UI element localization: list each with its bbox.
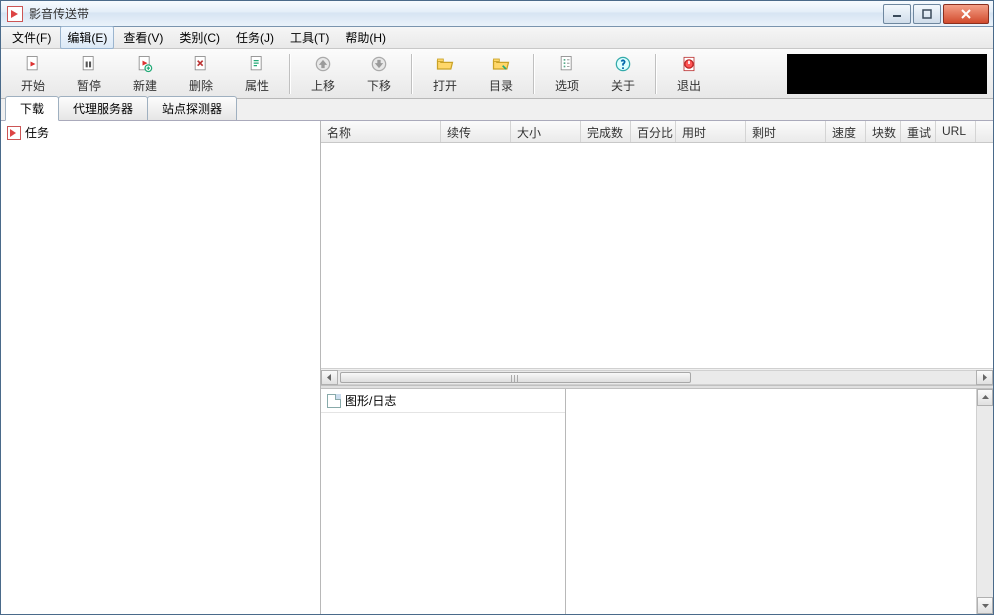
content-area: 任务 名称续传大小完成数百分比用时剩时速度块数重试URL 图形/日志 — [1, 121, 993, 614]
toolbar-separator — [533, 54, 535, 94]
column-header-0[interactable]: 名称 — [321, 121, 441, 142]
graph-log-pane: 图形/日志 — [321, 389, 566, 614]
tab-strip: 下载代理服务器站点探测器 — [1, 99, 993, 121]
new-button[interactable]: 新建 — [119, 52, 171, 96]
start-button[interactable]: 开始 — [7, 52, 59, 96]
log-detail-pane — [566, 389, 993, 614]
window-title: 影音传送带 — [29, 5, 89, 22]
right-pane: 名称续传大小完成数百分比用时剩时速度块数重试URL 图形/日志 — [321, 121, 993, 614]
column-header-6[interactable]: 剩时 — [746, 121, 826, 142]
vscroll-track[interactable] — [977, 406, 993, 597]
horizontal-scrollbar[interactable] — [321, 368, 993, 385]
scroll-up-button[interactable] — [977, 389, 993, 406]
close-button[interactable] — [943, 4, 989, 24]
column-header-5[interactable]: 用时 — [676, 121, 746, 142]
toolbar-separator — [289, 54, 291, 94]
app-window: 影音传送带 文件(F)编辑(E)查看(V)类别(C)任务(J)工具(T)帮助(H… — [0, 0, 994, 615]
toolbar-label: 打开 — [433, 77, 457, 94]
toolbar-label: 暂停 — [77, 77, 101, 94]
vertical-scrollbar[interactable] — [976, 389, 993, 614]
page-new-icon — [133, 53, 157, 75]
arrow-up-icon — [311, 53, 335, 75]
toolbar-label: 属性 — [245, 77, 269, 94]
column-header-9[interactable]: 重试 — [901, 121, 936, 142]
column-header-8[interactable]: 块数 — [866, 121, 901, 142]
toolbar-separator — [655, 54, 657, 94]
toolbar: 开始 暂停 新建 删除 属性 上移 下移 打开 目录 选项 关于 退出 — [1, 49, 993, 99]
menu-6[interactable]: 帮助(H) — [338, 26, 393, 49]
page-props-icon — [245, 53, 269, 75]
exit-button[interactable]: 退出 — [663, 52, 715, 96]
scroll-right-button[interactable] — [976, 370, 993, 385]
exit-icon — [677, 53, 701, 75]
pause-button[interactable]: 暂停 — [63, 52, 115, 96]
toolbar-banner — [787, 54, 987, 94]
toolbar-label: 上移 — [311, 77, 335, 94]
column-header-4[interactable]: 百分比 — [631, 121, 676, 142]
bottom-split: 图形/日志 — [321, 389, 993, 614]
graph-log-label: 图形/日志 — [345, 392, 396, 409]
folder-dir-icon — [489, 53, 513, 75]
column-header-3[interactable]: 完成数 — [581, 121, 631, 142]
toolbar-label: 退出 — [677, 77, 701, 94]
toolbar-label: 下移 — [367, 77, 391, 94]
menu-2[interactable]: 查看(V) — [116, 26, 170, 49]
options-button[interactable]: 选项 — [541, 52, 593, 96]
toolbar-label: 关于 — [611, 77, 635, 94]
scroll-thumb[interactable] — [340, 372, 691, 383]
help-icon — [611, 53, 635, 75]
about-button[interactable]: 关于 — [597, 52, 649, 96]
arrow-down-icon — [367, 53, 391, 75]
document-icon — [327, 394, 341, 408]
tab-1[interactable]: 代理服务器 — [58, 96, 148, 120]
page-pause-icon — [77, 53, 101, 75]
toolbar-label: 开始 — [21, 77, 45, 94]
app-icon — [7, 6, 23, 22]
menu-5[interactable]: 工具(T) — [283, 26, 336, 49]
window-controls — [881, 4, 989, 24]
toolbar-label: 目录 — [489, 77, 513, 94]
delete-button[interactable]: 删除 — [175, 52, 227, 96]
dir-button[interactable]: 目录 — [475, 52, 527, 96]
column-header-7[interactable]: 速度 — [826, 121, 866, 142]
toolbar-label: 删除 — [189, 77, 213, 94]
options-icon — [555, 53, 579, 75]
category-tree-pane: 任务 — [1, 121, 321, 614]
tab-0[interactable]: 下载 — [5, 96, 59, 121]
tab-2[interactable]: 站点探测器 — [147, 96, 237, 120]
title-bar: 影音传送带 — [1, 1, 993, 27]
column-header-1[interactable]: 续传 — [441, 121, 511, 142]
scroll-left-button[interactable] — [321, 370, 338, 385]
tree-root-tasks[interactable]: 任务 — [1, 121, 320, 144]
toolbar-label: 新建 — [133, 77, 157, 94]
menu-0[interactable]: 文件(F) — [5, 26, 58, 49]
page-delete-icon — [189, 53, 213, 75]
maximize-button[interactable] — [913, 4, 941, 24]
menu-4[interactable]: 任务(J) — [229, 26, 281, 49]
moveup-button[interactable]: 上移 — [297, 52, 349, 96]
folder-open-icon — [433, 53, 457, 75]
menu-3[interactable]: 类别(C) — [172, 26, 227, 49]
movedown-button[interactable]: 下移 — [353, 52, 405, 96]
scroll-down-button[interactable] — [977, 597, 993, 614]
open-button[interactable]: 打开 — [419, 52, 471, 96]
props-button[interactable]: 属性 — [231, 52, 283, 96]
page-play-icon — [21, 53, 45, 75]
task-grid-header: 名称续传大小完成数百分比用时剩时速度块数重试URL — [321, 121, 993, 143]
task-grid-body[interactable] — [321, 143, 993, 368]
column-header-2[interactable]: 大小 — [511, 121, 581, 142]
menu-bar: 文件(F)编辑(E)查看(V)类别(C)任务(J)工具(T)帮助(H) — [1, 27, 993, 49]
toolbar-label: 选项 — [555, 77, 579, 94]
menu-1[interactable]: 编辑(E) — [60, 26, 114, 49]
scroll-track[interactable] — [338, 370, 976, 385]
toolbar-separator — [411, 54, 413, 94]
minimize-button[interactable] — [883, 4, 911, 24]
folder-icon — [7, 126, 21, 140]
tree-root-label: 任务 — [25, 124, 49, 141]
column-header-10[interactable]: URL — [936, 121, 976, 142]
graph-log-header[interactable]: 图形/日志 — [321, 389, 565, 413]
